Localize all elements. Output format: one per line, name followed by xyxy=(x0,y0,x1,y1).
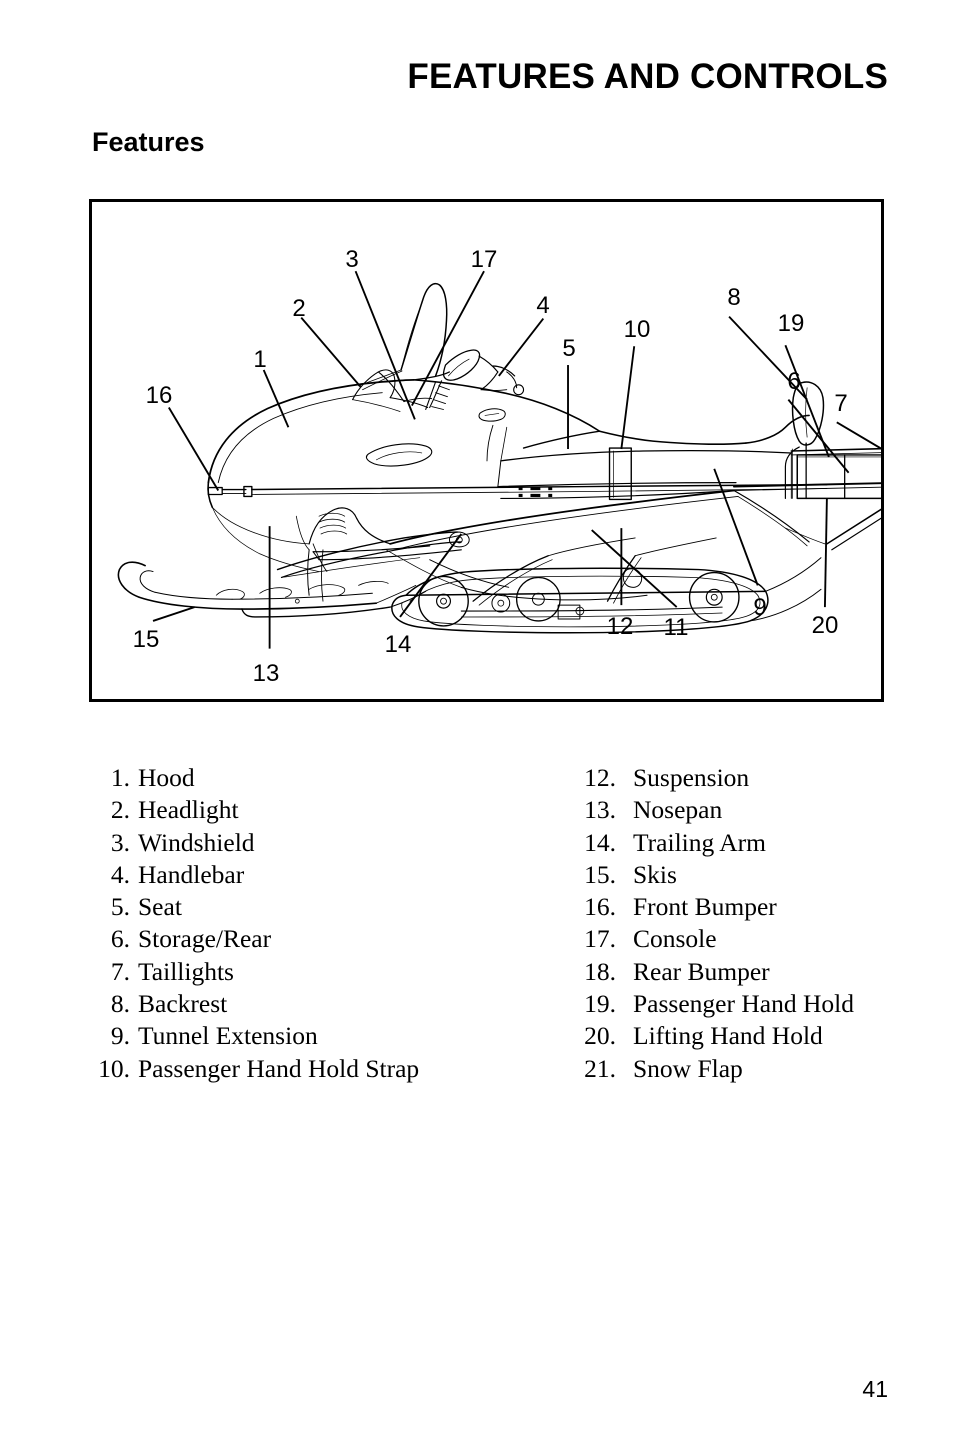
figure-callout-11: 11 xyxy=(663,614,689,641)
parts-list-item-label: Taillights xyxy=(138,956,234,986)
snowmobile-diagram xyxy=(117,270,881,649)
figure-callout-16: 16 xyxy=(145,382,173,409)
parts-list: 1. Hood 2. Headlight 3. Windshield 4. Handlebar… xyxy=(0,762,954,1092)
figure-callout-1: 1 xyxy=(253,346,267,373)
parts-list-item-number: 21. xyxy=(584,1053,616,1083)
figure-callout-14: 14 xyxy=(384,631,412,658)
parts-list-item-number: 10. xyxy=(98,1053,130,1083)
parts-list-left-column: 1. Hood 2. Headlight 3. Windshield 4. Handlebar… xyxy=(88,762,528,1085)
parts-list-item-label: Seat xyxy=(138,892,182,922)
parts-list-item-label: Passenger Hand Hold xyxy=(633,989,854,1019)
parts-list-item-number: 20. xyxy=(584,1021,616,1051)
figure-callout-6: 6 xyxy=(787,368,801,395)
parts-list-item-number: 12. xyxy=(584,763,616,792)
figure-frame: 1 2 3 4 5 6 7 8 9 10 11 12 13 14 15 16 17 19 20 xyxy=(89,199,884,702)
figure-callout-5: 5 xyxy=(562,335,576,362)
parts-list-item-label: Tunnel Extension xyxy=(138,1021,318,1051)
parts-list-item-label: Hood xyxy=(138,763,195,792)
parts-list-item: 8. Backrest xyxy=(88,988,528,1020)
parts-list-item-number: 18. xyxy=(584,956,616,986)
parts-list-item: 21. Snow Flap xyxy=(568,1053,954,1085)
parts-list-item-number: 1. xyxy=(110,763,130,792)
parts-list-item-label: Headlight xyxy=(138,795,239,825)
page-title: FEATURES AND CONTROLS xyxy=(407,57,888,96)
page-number: 41 xyxy=(862,1376,888,1402)
figure-callout-19: 19 xyxy=(777,310,805,337)
figure-callout-17: 17 xyxy=(470,246,498,273)
parts-list-item-number: 16. xyxy=(584,892,616,922)
figure-callout-20: 20 xyxy=(811,612,839,639)
parts-list-item-label: Skis xyxy=(633,859,677,889)
parts-list-item: 9. Tunnel Extension xyxy=(88,1020,528,1052)
parts-list-item-number: 7. xyxy=(110,956,130,986)
parts-list-item: 14. Trailing Arm xyxy=(568,827,954,859)
parts-list-item-number: 17. xyxy=(584,924,616,954)
parts-list-item: 17. Console xyxy=(568,923,954,955)
parts-list-item-number: 13. xyxy=(584,795,616,825)
parts-list-item: 20. Lifting Hand Hold xyxy=(568,1020,954,1052)
figure-callout-7: 7 xyxy=(834,390,848,417)
parts-list-item-label: Nosepan xyxy=(633,795,723,825)
parts-list-item-label: Handlebar xyxy=(138,859,245,889)
parts-list-item-label: Rear Bumper xyxy=(633,956,770,986)
parts-list-right-column: 12. Suspension 13. Nosepan 14. Trailing Arm 15… xyxy=(568,762,954,1085)
parts-list-item-label: Passenger Hand Hold Strap xyxy=(138,1053,420,1083)
parts-list-item-number: 19. xyxy=(584,989,616,1019)
parts-list-item: 13. Nosepan xyxy=(568,794,954,826)
section-heading-features: Features xyxy=(92,127,205,157)
parts-list-item: 6. Storage/Rear xyxy=(88,923,528,955)
parts-list-item: 7. Taillights xyxy=(88,956,528,988)
figure-callout-15: 15 xyxy=(132,626,160,653)
parts-list-item-number: 8. xyxy=(110,989,130,1019)
figure-callout-2: 2 xyxy=(292,295,306,322)
parts-list-item-number: 6. xyxy=(110,924,130,954)
figure-callout-8: 8 xyxy=(727,284,741,311)
figure-callout-12: 12 xyxy=(606,613,634,640)
parts-list-item: 15. Skis xyxy=(568,859,954,891)
parts-list-item: 12. Suspension xyxy=(568,762,954,794)
parts-list-item-label: Storage/Rear xyxy=(138,924,272,954)
parts-list-item-label: Trailing Arm xyxy=(633,827,766,857)
parts-list-item: 3. Windshield xyxy=(88,827,528,859)
parts-list-item-number: 3. xyxy=(110,827,130,857)
parts-list-item-number: 14. xyxy=(584,827,616,857)
parts-list-item-number: 9. xyxy=(110,1021,130,1051)
parts-list-item-number: 15. xyxy=(584,859,616,889)
parts-list-item: 16. Front Bumper xyxy=(568,891,954,923)
parts-list-item: 5. Seat xyxy=(88,891,528,923)
parts-list-item-label: Console xyxy=(633,924,717,954)
figure-callout-4: 4 xyxy=(536,292,550,319)
parts-list-item: 10. Passenger Hand Hold Strap xyxy=(88,1053,528,1085)
parts-list-item-label: Suspension xyxy=(633,763,750,792)
figure-callout-9: 9 xyxy=(753,594,767,621)
figure-callout-13: 13 xyxy=(252,660,280,687)
figure-callout-10: 10 xyxy=(623,316,651,343)
parts-list-item-label: Backrest xyxy=(138,989,228,1019)
parts-list-item-number: 2. xyxy=(110,795,130,825)
parts-list-item: 4. Handlebar xyxy=(88,859,528,891)
parts-list-item: 18. Rear Bumper xyxy=(568,956,954,988)
parts-list-item-label: Lifting Hand Hold xyxy=(633,1021,823,1051)
parts-list-item-number: 4. xyxy=(110,859,130,889)
parts-list-item-number: 5. xyxy=(110,892,130,922)
parts-list-item: 2. Headlight xyxy=(88,794,528,826)
parts-list-item-label: Snow Flap xyxy=(633,1053,743,1083)
parts-list-item: 1. Hood xyxy=(88,762,528,794)
parts-list-item: 19. Passenger Hand Hold xyxy=(568,988,954,1020)
figure-callout-3: 3 xyxy=(345,246,359,273)
parts-list-item-label: Windshield xyxy=(138,827,255,857)
parts-list-item-label: Front Bumper xyxy=(633,892,777,922)
